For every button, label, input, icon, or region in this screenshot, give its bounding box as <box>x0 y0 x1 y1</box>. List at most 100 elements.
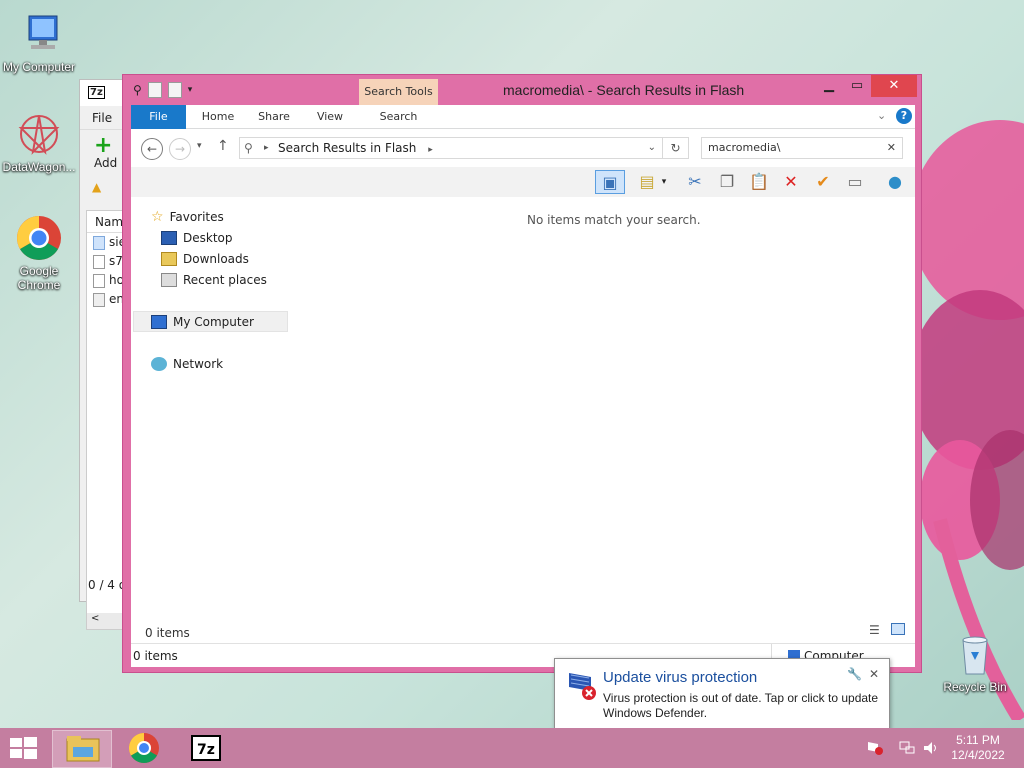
clock[interactable]: 5:11 PM 12/4/2022 <box>946 733 1010 763</box>
address-bar: ← → ▾ ↑ ⚲ ▸ Search Results in Flash ▸ ⌄ … <box>131 129 915 167</box>
back-button[interactable]: ← <box>141 138 163 160</box>
recent-locations-chevron-icon[interactable]: ▾ <box>197 141 202 151</box>
minimize-button[interactable]: ▁ <box>815 75 843 97</box>
search-input[interactable]: macromedia\ ✕ <box>701 137 903 159</box>
network-icon <box>151 357 167 371</box>
status-item-count: 0 items <box>133 649 178 663</box>
desktop-icon-label: My Computer <box>2 60 76 74</box>
copy-icon[interactable]: ❐ <box>715 170 739 194</box>
desktop-icon-label: Google Chrome <box>17 264 61 292</box>
cut-icon[interactable]: ✂ <box>683 170 707 194</box>
search-icon[interactable]: ⚲ <box>133 83 142 97</box>
nav-item-recent-places[interactable]: Recent places <box>161 270 267 290</box>
item-count: 0 items <box>145 626 190 640</box>
volume-icon[interactable] <box>922 740 940 756</box>
search-input-value: macromedia\ <box>708 141 781 154</box>
action-center-alert-icon[interactable] <box>866 740 884 756</box>
breadcrumb-chevron-icon[interactable]: ▸ <box>428 145 433 155</box>
star-icon: ☆ <box>151 209 164 225</box>
taskbar-file-explorer[interactable] <box>52 730 112 768</box>
desktop-icon-label: Recycle Bin <box>943 680 1007 694</box>
desktop-icon-my-computer[interactable]: My Computer <box>0 10 78 74</box>
desktop-icon-label: DataWagon... <box>2 160 76 174</box>
nav-item-my-computer[interactable]: My Computer <box>151 312 254 332</box>
search-tools-context-tab: Search Tools <box>359 79 438 105</box>
tab-share[interactable]: Share <box>249 105 299 129</box>
details-view-icon[interactable]: ☰ <box>869 623 880 637</box>
taskbar-7zip[interactable]: 7z <box>176 730 236 768</box>
7zip-app-icon: 7z <box>88 86 105 99</box>
delete-icon[interactable]: ✕ <box>779 170 803 194</box>
forward-button[interactable]: → <box>169 138 191 160</box>
quick-access-toolbar: ⚲ ▾ <box>133 82 192 98</box>
status-text: 0 / 4 o <box>88 578 127 592</box>
chrome-icon <box>128 733 159 764</box>
desktop-folder-icon <box>161 231 177 245</box>
chevron-down-icon[interactable]: ▾ <box>188 85 193 95</box>
tab-search[interactable]: Search <box>359 105 438 129</box>
maximize-button[interactable]: ▭ <box>843 75 871 97</box>
action-center-flag-icon <box>569 673 596 700</box>
computer-icon <box>151 315 167 329</box>
title-bar[interactable]: ⚲ ▾ Search Tools macromedia\ - Search Re… <box>123 75 921 105</box>
close-button[interactable]: ✕ <box>871 75 917 97</box>
rename-icon[interactable]: ▭ <box>843 170 867 194</box>
content-area: ☆ Favorites Desktop Downloads Recent pla… <box>131 197 915 643</box>
ribbon-expand-icon[interactable]: ⌄ <box>877 109 886 122</box>
network-globe-icon[interactable]: ● <box>883 170 907 194</box>
svg-text:7z: 7z <box>197 742 215 758</box>
recycle-bin-icon <box>951 630 999 678</box>
recent-places-icon <box>161 273 177 287</box>
network-tray-icon[interactable] <box>898 740 916 756</box>
breadcrumb-separator-icon: ▸ <box>264 143 269 153</box>
help-icon[interactable]: ? <box>896 108 912 124</box>
new-folder-icon[interactable] <box>167 82 182 98</box>
desktop-icon-chrome[interactable]: Google Chrome <box>0 214 78 292</box>
notification-close-icon[interactable]: ✕ <box>869 667 879 681</box>
rename-check-icon[interactable]: ✔ <box>811 170 835 194</box>
search-results-icon: ⚲ <box>244 141 253 155</box>
downloads-folder-icon <box>161 252 177 266</box>
start-button[interactable] <box>8 736 38 760</box>
breadcrumb-label: Search Results in Flash <box>278 141 417 155</box>
tab-view[interactable]: View <box>305 105 355 129</box>
navigation-pane: ☆ Favorites Desktop Downloads Recent pla… <box>131 197 291 643</box>
nav-item-downloads[interactable]: Downloads <box>161 249 249 269</box>
clock-time: 5:11 PM <box>956 733 1000 747</box>
ribbon-tabs: File Home Share View Search ⌄ ? <box>131 105 915 129</box>
tab-home[interactable]: Home <box>193 105 243 129</box>
address-dropdown-icon[interactable]: ⌄ <box>648 138 656 158</box>
taskbar: 7z 5:11 PM 12/4/2022 <box>0 728 1024 768</box>
large-icons-view-icon[interactable] <box>891 623 905 635</box>
chrome-icon <box>15 214 63 262</box>
desktop-icon-datawagon[interactable]: DataWagon... <box>0 110 78 174</box>
7zip-icon: 7z <box>191 735 221 761</box>
notification-title: Update virus protection <box>603 669 758 686</box>
clock-date: 12/4/2022 <box>951 748 1005 762</box>
tab-file[interactable]: File <box>131 105 186 129</box>
file-explorer-icon <box>66 736 100 762</box>
clear-search-icon[interactable]: ✕ <box>887 138 896 158</box>
command-toolbar: ▣ ▤ ▾ ✂ ❐ 📋 ✕ ✔ ▭ ● <box>131 167 915 197</box>
notification-settings-icon[interactable]: 🔧 <box>847 667 862 681</box>
preview-pane-icon[interactable]: ▣ <box>595 170 625 194</box>
window-title: macromedia\ - Search Results in Flash <box>503 82 745 98</box>
nav-item-network[interactable]: Network <box>151 354 223 374</box>
datawagon-icon <box>15 110 63 158</box>
breadcrumb[interactable]: ⚲ ▸ Search Results in Flash ▸ ⌄ <box>239 137 663 159</box>
nav-item-favorites[interactable]: ☆ Favorites <box>151 207 224 227</box>
properties-check-icon[interactable]: ▤ <box>635 170 659 194</box>
refresh-button[interactable]: ↻ <box>663 137 689 159</box>
taskbar-google-chrome[interactable] <box>114 730 174 768</box>
empty-results-message: No items match your search. <box>527 213 701 227</box>
up-arrow-icon[interactable]: ↑ <box>217 138 229 154</box>
nav-item-desktop[interactable]: Desktop <box>161 228 233 248</box>
explorer-window[interactable]: ⚲ ▾ Search Tools macromedia\ - Search Re… <box>122 74 922 673</box>
virus-protection-notification[interactable]: Update virus protection Virus protection… <box>554 658 890 730</box>
computer-icon <box>15 10 63 58</box>
desktop-icon-recycle-bin[interactable]: Recycle Bin <box>936 630 1014 694</box>
notification-body: Virus protection is out of date. Tap or … <box>603 691 879 720</box>
paste-icon[interactable]: 📋 <box>747 170 771 194</box>
properties-dropdown-icon[interactable]: ▾ <box>657 170 671 194</box>
properties-icon[interactable] <box>147 82 162 98</box>
